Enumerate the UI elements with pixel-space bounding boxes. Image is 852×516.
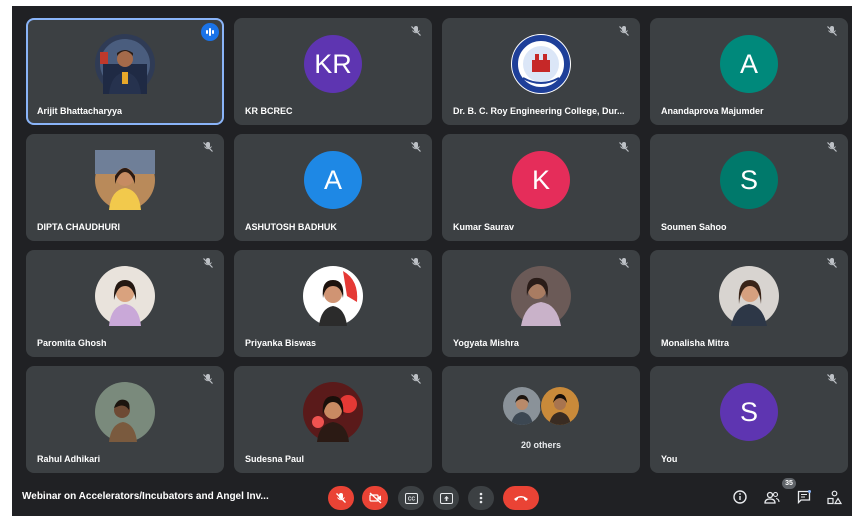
participant-initials-avatar: A <box>304 151 362 209</box>
mic-off-icon <box>827 26 837 36</box>
mic-off-icon <box>827 374 837 384</box>
participant-photo <box>95 150 155 210</box>
participant-name: Anandaprova Majumder <box>661 106 764 116</box>
participant-initials-avatar: S <box>720 151 778 209</box>
meet-window: Arijit Bhattacharyya KR KR BCREC Dr. B. … <box>12 6 852 516</box>
svg-text:CC: CC <box>407 496 415 502</box>
mic-off-icon <box>203 142 213 152</box>
more-options-icon <box>479 492 483 504</box>
mic-off-icon <box>619 258 629 268</box>
participant-initials-avatar: S <box>720 383 778 441</box>
mic-off-icon <box>203 258 213 268</box>
participant-tile[interactable]: KR KR BCREC <box>234 18 432 125</box>
more-options-button[interactable] <box>468 486 494 510</box>
others-tile[interactable]: 20 others <box>442 366 640 473</box>
participant-photo <box>303 382 363 442</box>
participant-tile[interactable]: Yogyata Mishra <box>442 250 640 357</box>
activities-button[interactable] <box>825 488 843 506</box>
captions-button[interactable]: CC <box>398 486 424 510</box>
participant-name: KR BCREC <box>245 106 293 116</box>
chat-button[interactable] <box>795 488 813 506</box>
participant-name: Priyanka Biswas <box>245 338 317 348</box>
participant-photo <box>95 266 155 326</box>
participant-name: Monalisha Mitra <box>661 338 730 348</box>
participant-photo <box>95 34 155 94</box>
participant-tile[interactable]: Sudesna Paul <box>234 366 432 473</box>
participant-name: DIPTA CHAUDHURI <box>37 222 120 232</box>
meeting-details-button[interactable] <box>731 488 749 506</box>
participant-initials-avatar: A <box>720 35 778 93</box>
participants-count-badge: 35 <box>782 478 796 489</box>
self-tile[interactable]: S You <box>650 366 848 473</box>
participant-tile[interactable]: A ASHUTOSH BADHUK <box>234 134 432 241</box>
participant-tile[interactable]: S Soumen Sahoo <box>650 134 848 241</box>
participant-tile[interactable]: K Kumar Saurav <box>442 134 640 241</box>
participant-tile[interactable]: DIPTA CHAUDHURI <box>26 134 224 241</box>
participant-name: Arijit Bhattacharyya <box>37 106 123 116</box>
hang-up-icon <box>514 496 528 501</box>
mic-off-icon <box>411 26 421 36</box>
participant-photo <box>303 266 363 326</box>
participants-button[interactable] <box>763 488 781 506</box>
speaking-indicator-icon <box>201 23 219 41</box>
people-icon <box>764 491 780 504</box>
mic-off-icon <box>411 258 421 268</box>
participant-tile[interactable]: Dr. B. C. Roy Engineering College, Dur..… <box>442 18 640 125</box>
others-count: 20 others <box>520 440 562 450</box>
participant-name: Rahul Adhikari <box>37 454 101 464</box>
participant-name: Yogyata Mishra <box>453 338 519 348</box>
mic-off-icon <box>411 374 421 384</box>
mic-toggle-button[interactable] <box>328 486 354 510</box>
participant-photo <box>511 266 571 326</box>
mic-off-icon <box>827 142 837 152</box>
participant-initials-avatar: K <box>512 151 570 209</box>
participant-name: Sudesna Paul <box>245 454 305 464</box>
camera-toggle-button[interactable] <box>362 486 388 510</box>
closed-captions-icon: CC <box>404 492 418 504</box>
participant-tile[interactable]: Paromita Ghosh <box>26 250 224 357</box>
participant-tile[interactable]: A Anandaprova Majumder <box>650 18 848 125</box>
info-icon <box>733 490 747 504</box>
present-now-button[interactable] <box>433 486 459 510</box>
mic-off-icon <box>619 142 629 152</box>
participant-tile[interactable]: Arijit Bhattacharyya <box>26 18 224 125</box>
college-logo-avatar <box>511 34 571 94</box>
participant-name: You <box>661 454 678 464</box>
participant-initials-avatar: KR <box>304 35 362 93</box>
chat-icon <box>797 490 811 504</box>
activities-icon <box>826 490 842 504</box>
participant-name: Kumar Saurav <box>453 222 515 232</box>
mic-off-icon <box>411 142 421 152</box>
mic-off-icon <box>619 26 629 36</box>
participant-name: Paromita Ghosh <box>37 338 107 348</box>
camera-off-icon <box>368 492 381 504</box>
leave-call-button[interactable] <box>503 486 539 510</box>
mic-off-icon <box>203 374 213 384</box>
mic-off-icon <box>336 493 346 503</box>
participant-photo <box>719 266 779 326</box>
others-avatars <box>442 386 640 426</box>
participant-name: ASHUTOSH BADHUK <box>245 222 337 232</box>
participant-photo <box>95 382 155 442</box>
present-now-icon <box>439 492 453 504</box>
participant-tile[interactable]: Priyanka Biswas <box>234 250 432 357</box>
participant-grid: Arijit Bhattacharyya KR KR BCREC Dr. B. … <box>26 18 848 473</box>
participant-photo <box>502 386 542 426</box>
meeting-title: Webinar on Accelerators/Incubators and A… <box>22 491 269 502</box>
participant-tile[interactable]: Monalisha Mitra <box>650 250 848 357</box>
participant-name: Soumen Sahoo <box>661 222 727 232</box>
participant-tile[interactable]: Rahul Adhikari <box>26 366 224 473</box>
control-bar: Webinar on Accelerators/Incubators and A… <box>12 478 852 516</box>
participant-photo <box>540 386 580 426</box>
mic-off-icon <box>827 258 837 268</box>
participant-name: Dr. B. C. Roy Engineering College, Dur..… <box>453 106 625 116</box>
